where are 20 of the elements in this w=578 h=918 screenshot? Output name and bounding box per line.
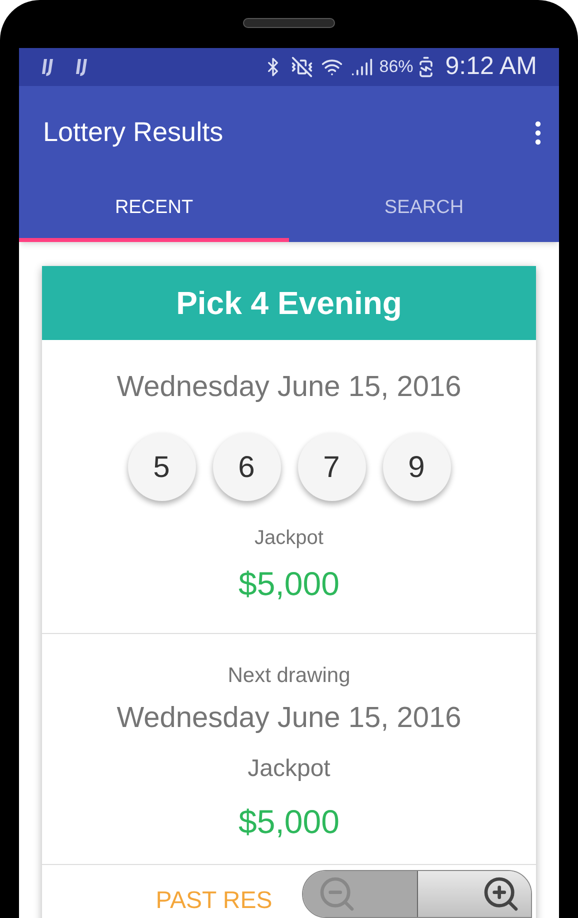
tab[interactable]: RECENT xyxy=(19,180,289,242)
next-drawing-label: Next drawing xyxy=(228,662,350,688)
jackpot-amount: $5,000 xyxy=(238,564,340,604)
vibrate-off-icon xyxy=(291,56,314,78)
tab[interactable]: SEARCH xyxy=(289,180,559,242)
next-draw-date: Wednesday June 15, 2016 xyxy=(116,701,462,736)
zoom-in-button[interactable] xyxy=(417,871,531,917)
more-vertical-icon xyxy=(535,120,541,144)
zoom-out-button[interactable] xyxy=(303,871,417,917)
notification-icon xyxy=(41,56,55,77)
jackpot-label: Jackpot xyxy=(254,526,324,551)
overflow-menu-button[interactable] xyxy=(535,120,541,144)
next-jackpot-amount: $5,000 xyxy=(238,802,340,842)
game-title: Pick 4 Evening xyxy=(176,284,402,323)
notification-icon xyxy=(75,56,89,77)
next-jackpot-label: Jackpot xyxy=(248,754,330,784)
app-title: Lottery Results xyxy=(43,116,224,150)
battery-percent: 86% xyxy=(379,56,414,78)
draw-date: Wednesday June 15, 2016 xyxy=(116,370,462,404)
clock-time: 9:12 AM xyxy=(445,51,537,82)
